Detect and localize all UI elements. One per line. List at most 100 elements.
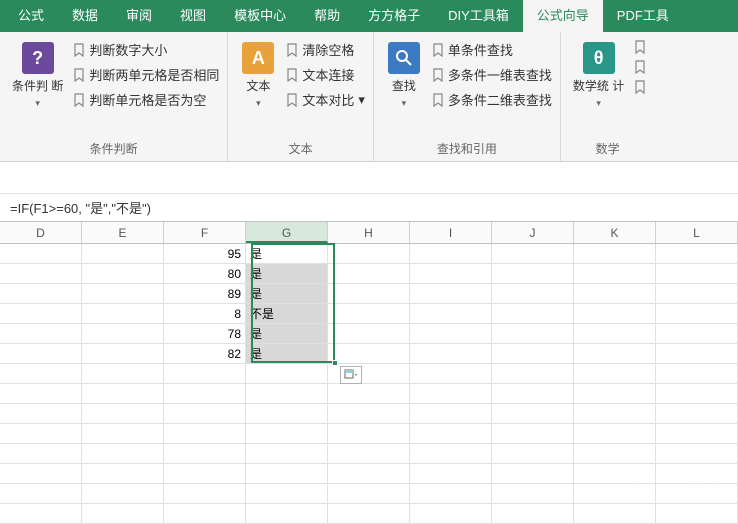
cell-F11[interactable] (164, 444, 246, 463)
cell-J4[interactable] (492, 304, 574, 323)
math-item-button[interactable] (634, 40, 646, 54)
col-header-G[interactable]: G (246, 222, 328, 243)
cell-H8[interactable] (328, 384, 410, 403)
cell-I2[interactable] (410, 264, 492, 283)
cell-E3[interactable] (82, 284, 164, 303)
cell-D10[interactable] (0, 424, 82, 443)
cell-G11[interactable] (246, 444, 328, 463)
cell-K4[interactable] (574, 304, 656, 323)
cell-L2[interactable] (656, 264, 738, 283)
cell-F6[interactable]: 82 (164, 344, 246, 363)
cell-I13[interactable] (410, 484, 492, 503)
tab-fangfang[interactable]: 方方格子 (354, 0, 434, 32)
cell-L4[interactable] (656, 304, 738, 323)
cell-I11[interactable] (410, 444, 492, 463)
cell-J3[interactable] (492, 284, 574, 303)
cell-H5[interactable] (328, 324, 410, 343)
lookup-button[interactable]: 查找▾ (382, 36, 426, 115)
cell-J5[interactable] (492, 324, 574, 343)
tab-formula-guide[interactable]: 公式向导 (523, 0, 603, 32)
cell-D6[interactable] (0, 344, 82, 363)
cell-G7[interactable] (246, 364, 328, 383)
cell-H11[interactable] (328, 444, 410, 463)
col-header-L[interactable]: L (656, 222, 738, 243)
cell-E10[interactable] (82, 424, 164, 443)
cell-D7[interactable] (0, 364, 82, 383)
cell-J10[interactable] (492, 424, 574, 443)
cell-G13[interactable] (246, 484, 328, 503)
cell-K8[interactable] (574, 384, 656, 403)
cell-E6[interactable] (82, 344, 164, 363)
single-lookup-button[interactable]: 单条件查找 (432, 40, 552, 59)
cell-L11[interactable] (656, 444, 738, 463)
cell-H3[interactable] (328, 284, 410, 303)
cell-J12[interactable] (492, 464, 574, 483)
tab-data[interactable]: 数据 (58, 0, 112, 32)
cell-H2[interactable] (328, 264, 410, 283)
fill-handle[interactable] (332, 360, 338, 366)
cell-G2[interactable]: 是 (246, 264, 328, 283)
judge-number-button[interactable]: 判断数字大小 (73, 40, 219, 59)
math-stats-button[interactable]: θ 数学统 计▾ (569, 36, 628, 115)
cell-G5[interactable]: 是 (246, 324, 328, 343)
autofill-options-button[interactable] (340, 366, 362, 384)
cell-D12[interactable] (0, 464, 82, 483)
cell-E12[interactable] (82, 464, 164, 483)
cell-G3[interactable]: 是 (246, 284, 328, 303)
cell-J8[interactable] (492, 384, 574, 403)
cell-I3[interactable] (410, 284, 492, 303)
cell-D8[interactable] (0, 384, 82, 403)
cell-L10[interactable] (656, 424, 738, 443)
clear-spaces-button[interactable]: 清除空格 (286, 40, 365, 59)
cell-K5[interactable] (574, 324, 656, 343)
col-header-D[interactable]: D (0, 222, 82, 243)
cell-E7[interactable] (82, 364, 164, 383)
cell-E9[interactable] (82, 404, 164, 423)
cell-K1[interactable] (574, 244, 656, 263)
cell-G6[interactable]: 是 (246, 344, 328, 363)
cell-E4[interactable] (82, 304, 164, 323)
cell-K3[interactable] (574, 284, 656, 303)
cell-K11[interactable] (574, 444, 656, 463)
cell-H12[interactable] (328, 464, 410, 483)
cell-J7[interactable] (492, 364, 574, 383)
cell-H6[interactable] (328, 344, 410, 363)
cell-G1[interactable]: 是 (246, 244, 328, 263)
cell-E1[interactable] (82, 244, 164, 263)
cell-I6[interactable] (410, 344, 492, 363)
text-concat-button[interactable]: 文本连接 (286, 65, 365, 84)
cell-D5[interactable] (0, 324, 82, 343)
cell-J2[interactable] (492, 264, 574, 283)
cell-J9[interactable] (492, 404, 574, 423)
cell-E5[interactable] (82, 324, 164, 343)
tab-formula[interactable]: 公式 (4, 0, 58, 32)
cell-H1[interactable] (328, 244, 410, 263)
cell-H4[interactable] (328, 304, 410, 323)
math-item-button[interactable] (634, 60, 646, 74)
cell-K6[interactable] (574, 344, 656, 363)
cell-F4[interactable]: 8 (164, 304, 246, 323)
cell-E8[interactable] (82, 384, 164, 403)
cell-I9[interactable] (410, 404, 492, 423)
cell-L1[interactable] (656, 244, 738, 263)
cell-I5[interactable] (410, 324, 492, 343)
cell-L8[interactable] (656, 384, 738, 403)
cell-D1[interactable] (0, 244, 82, 263)
math-item-button[interactable] (634, 80, 646, 94)
cell-D11[interactable] (0, 444, 82, 463)
cell-H9[interactable] (328, 404, 410, 423)
judge-empty-cell-button[interactable]: 判断单元格是否为空 (73, 90, 219, 109)
cell-L6[interactable] (656, 344, 738, 363)
multi-1d-lookup-button[interactable]: 多条件一维表查找 (432, 65, 552, 84)
cell-J11[interactable] (492, 444, 574, 463)
cell-I4[interactable] (410, 304, 492, 323)
cell-F9[interactable] (164, 404, 246, 423)
col-header-K[interactable]: K (574, 222, 656, 243)
cell-E2[interactable] (82, 264, 164, 283)
spreadsheet-grid[interactable]: DEFGHIJKL 95是80是89是8不是78是82是 (0, 222, 738, 524)
tab-view[interactable]: 视图 (166, 0, 220, 32)
cell-G9[interactable] (246, 404, 328, 423)
cell-D13[interactable] (0, 484, 82, 503)
cell-J6[interactable] (492, 344, 574, 363)
cell-J1[interactable] (492, 244, 574, 263)
